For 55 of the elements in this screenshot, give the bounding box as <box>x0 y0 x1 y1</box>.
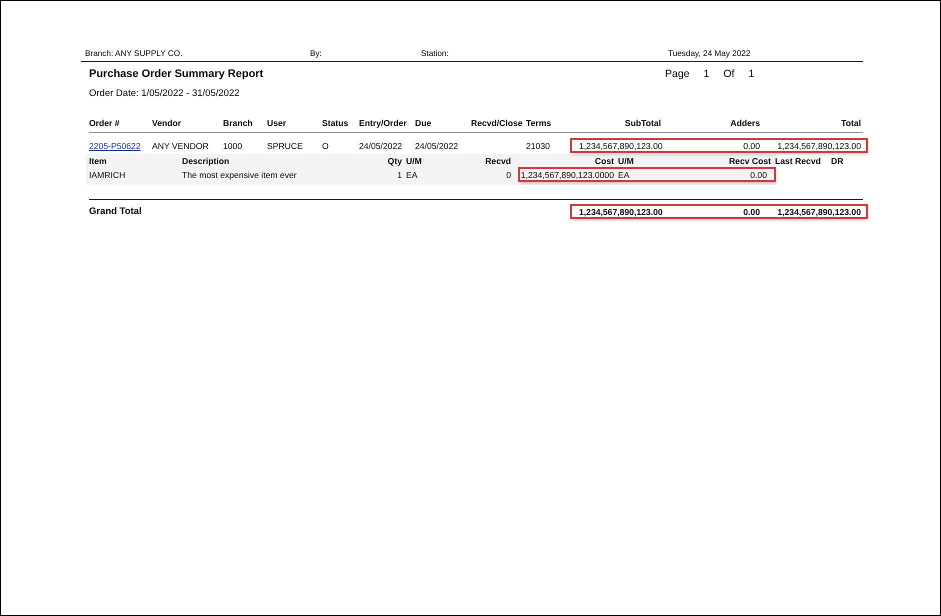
table-cell-text: IAMRICH <box>89 170 126 180</box>
column-header: Description <box>182 156 230 166</box>
total-value: 1,234,567,890,123.00 <box>776 206 862 216</box>
column-header: DR <box>830 156 844 166</box>
table-cell-text: ANY VENDOR <box>152 140 210 150</box>
table-cell-text: 1,234,567,890,123.00 <box>578 140 661 150</box>
column-header: U/M <box>405 156 423 166</box>
column-header: Order # <box>89 118 121 128</box>
table-cell-text: 1,234,567,890,123.00 <box>776 140 862 150</box>
by-label: By: <box>310 49 323 58</box>
table-cell-text: EA <box>617 170 630 180</box>
total-value: 0.00 <box>742 206 760 216</box>
column-header: Due <box>415 118 432 128</box>
column-header: Recv Cost <box>728 156 771 166</box>
table-cell-text: 0.00 <box>749 170 767 180</box>
table-cell-text: 0 <box>505 170 511 180</box>
column-header: U/M <box>617 156 635 166</box>
order-date-range: Order Date: 1/05/2022 - 31/05/2022 <box>89 88 240 99</box>
column-header: Cost <box>594 156 614 166</box>
column-header: Terms <box>526 118 552 128</box>
table-cell-text: SPRUCE <box>267 140 304 150</box>
column-header: Recvd/Close <box>471 118 524 128</box>
column-header: Item <box>89 156 108 166</box>
table-cell-text: The most expensive item ever <box>182 170 298 180</box>
column-header: SubTotal <box>624 118 661 128</box>
column-header: Branch <box>223 118 254 128</box>
column-header: Total <box>840 118 862 128</box>
page-label: Page <box>665 68 690 80</box>
of-label: Of <box>723 68 734 80</box>
column-header: Adders <box>729 118 760 128</box>
table-cell-text: 24/05/2022 <box>359 140 404 150</box>
table-cell-text: 1,234,567,890,123.0000 <box>520 170 614 180</box>
branch-label: Branch: ANY SUPPLY CO. <box>85 49 184 58</box>
table-cell-text: EA <box>405 170 418 180</box>
table-cell-text: 0.00 <box>742 140 760 150</box>
column-header: Entry/Order <box>359 118 408 128</box>
report-title: Purchase Order Summary Report <box>89 68 264 80</box>
column-header: Status <box>322 118 350 128</box>
order-link[interactable]: 2205-P50622 <box>89 140 152 150</box>
column-header: Vendor <box>152 118 182 128</box>
table-cell-text: 1 <box>396 170 402 180</box>
column-header: User <box>267 118 288 128</box>
station-label: Station: <box>421 49 450 58</box>
total-value: 1,234,567,890,123.00 <box>578 206 661 216</box>
table-cell-text: 24/05/2022 <box>415 140 460 150</box>
column-header: Recvd <box>484 156 511 166</box>
column-header: Qty <box>386 156 402 166</box>
report-date: Tuesday, 24 May 2022 <box>668 49 752 58</box>
table-cell-text: 21030 <box>526 140 551 150</box>
page-count: 1 <box>748 68 754 80</box>
column-header: Last Recvd <box>774 156 822 166</box>
table-cell-text: 1000 <box>223 140 244 150</box>
grand-total-label: Grand Total <box>89 206 143 217</box>
page-number: 1 <box>704 68 710 80</box>
table-cell-text: O <box>322 140 330 150</box>
